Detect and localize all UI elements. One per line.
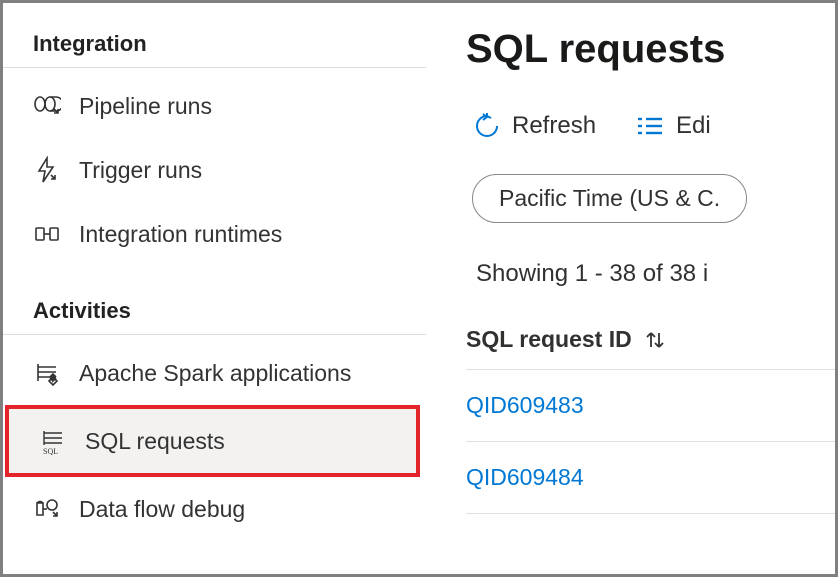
sidebar-item-label: Data flow debug [79,496,245,523]
sidebar-item-label: Integration runtimes [79,221,282,248]
sidebar-item-pipeline-runs[interactable]: Pipeline runs [3,74,426,138]
table-row: QID609483 [466,370,835,442]
main-panel: SQL requests Refresh [426,3,835,574]
edit-columns-label: Edi [676,112,711,140]
spark-apps-icon [33,359,61,387]
column-header-label: SQL request ID [466,326,632,353]
refresh-label: Refresh [512,112,596,140]
section-header-activities: Activities [3,288,426,335]
integration-runtimes-icon [33,220,61,248]
pipeline-runs-icon [33,92,61,120]
svg-text:SQL: SQL [43,447,58,455]
refresh-button[interactable]: Refresh [474,112,596,140]
sidebar-item-label: Trigger runs [79,157,202,184]
sidebar-item-label: Pipeline runs [79,93,212,120]
status-text: Showing 1 - 38 of 38 i [466,252,835,310]
toolbar: Refresh Edi [466,102,835,168]
sidebar-item-spark-applications[interactable]: Apache Spark applications [3,341,426,405]
column-header-sql-request-id[interactable]: SQL request ID [466,310,835,370]
table-row: QID609484 [466,442,835,514]
sidebar-item-data-flow-debug[interactable]: Data flow debug [3,477,426,541]
sql-requests-icon: SQL [39,427,67,455]
sidebar-item-sql-requests[interactable]: SQL SQL requests [9,409,416,473]
timezone-dropdown[interactable]: Pacific Time (US & C. [472,174,747,223]
app-frame: Integration Pipeline runs Trigger runs [0,0,838,577]
highlight-box: SQL SQL requests [5,405,420,477]
refresh-icon [474,113,500,139]
sidebar-item-trigger-runs[interactable]: Trigger runs [3,138,426,202]
section-header-integration: Integration [3,21,426,68]
sort-icon [644,329,666,351]
sidebar-item-label: Apache Spark applications [79,360,351,387]
sidebar-item-label: SQL requests [85,428,225,455]
sidebar-item-integration-runtimes[interactable]: Integration runtimes [3,202,426,266]
trigger-runs-icon [33,156,61,184]
edit-columns-button[interactable]: Edi [636,112,711,140]
sidebar: Integration Pipeline runs Trigger runs [3,3,426,574]
request-id-link[interactable]: QID609483 [466,392,584,418]
page-title: SQL requests [466,27,835,72]
request-id-link[interactable]: QID609484 [466,464,584,490]
edit-columns-icon [636,114,664,138]
data-flow-debug-icon [33,495,61,523]
